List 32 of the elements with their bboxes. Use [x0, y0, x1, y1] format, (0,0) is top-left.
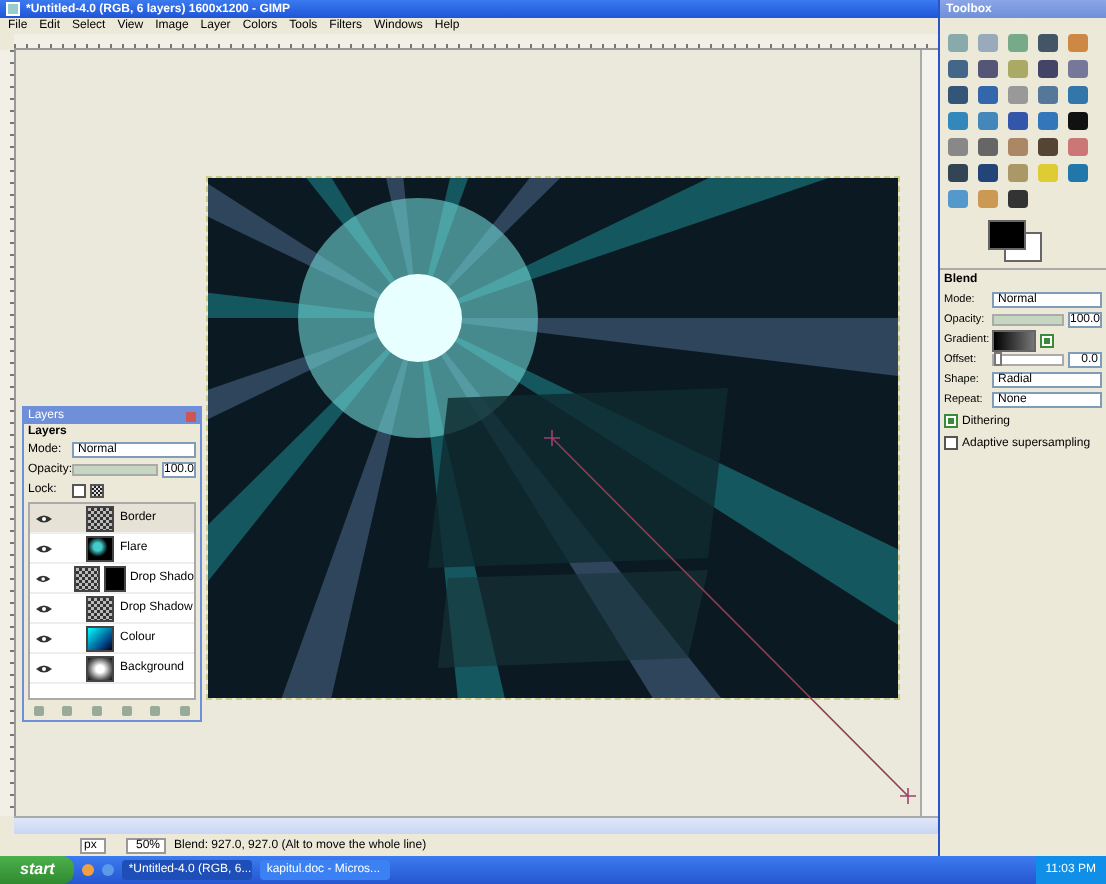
vertical-scrollbar[interactable] — [920, 50, 938, 816]
layer-action-icon[interactable] — [62, 706, 73, 716]
lock-checkbox[interactable] — [72, 483, 86, 497]
opacity-slider[interactable] — [992, 314, 1064, 326]
layer-thumbnail — [74, 565, 100, 591]
layer-thumbnail — [86, 595, 114, 621]
layer-action-icon[interactable] — [150, 706, 161, 716]
checkbox[interactable] — [944, 436, 958, 450]
layer-thumbnail — [86, 655, 114, 681]
reverse-checkbox[interactable] — [1040, 333, 1054, 347]
layer-action-icon[interactable] — [33, 706, 44, 716]
layer-action-icon[interactable] — [180, 706, 191, 716]
blend-line[interactable] — [543, 429, 917, 805]
layer-action-icon[interactable] — [121, 706, 132, 716]
eye-icon[interactable] — [36, 573, 51, 583]
eye-icon[interactable] — [36, 543, 52, 553]
gradient-preview[interactable] — [992, 329, 1036, 351]
checkbox[interactable] — [944, 414, 958, 428]
offset-slider[interactable] — [992, 354, 1064, 366]
horizontal-scrollbar[interactable] — [14, 816, 938, 834]
eye-icon[interactable] — [36, 663, 52, 673]
eye-icon[interactable] — [36, 633, 52, 643]
eye-icon[interactable] — [36, 513, 52, 523]
layer-action-icon[interactable] — [92, 706, 103, 716]
layer-thumbnail — [86, 625, 114, 651]
app-icon — [6, 2, 20, 16]
color-swatches[interactable] — [988, 220, 1044, 260]
layer-thumbnail — [86, 505, 114, 531]
eye-icon[interactable] — [36, 603, 52, 613]
lock-alpha-icon[interactable] — [90, 483, 104, 497]
layer-thumbnail — [86, 535, 114, 561]
opacity-slider[interactable] — [72, 464, 158, 476]
